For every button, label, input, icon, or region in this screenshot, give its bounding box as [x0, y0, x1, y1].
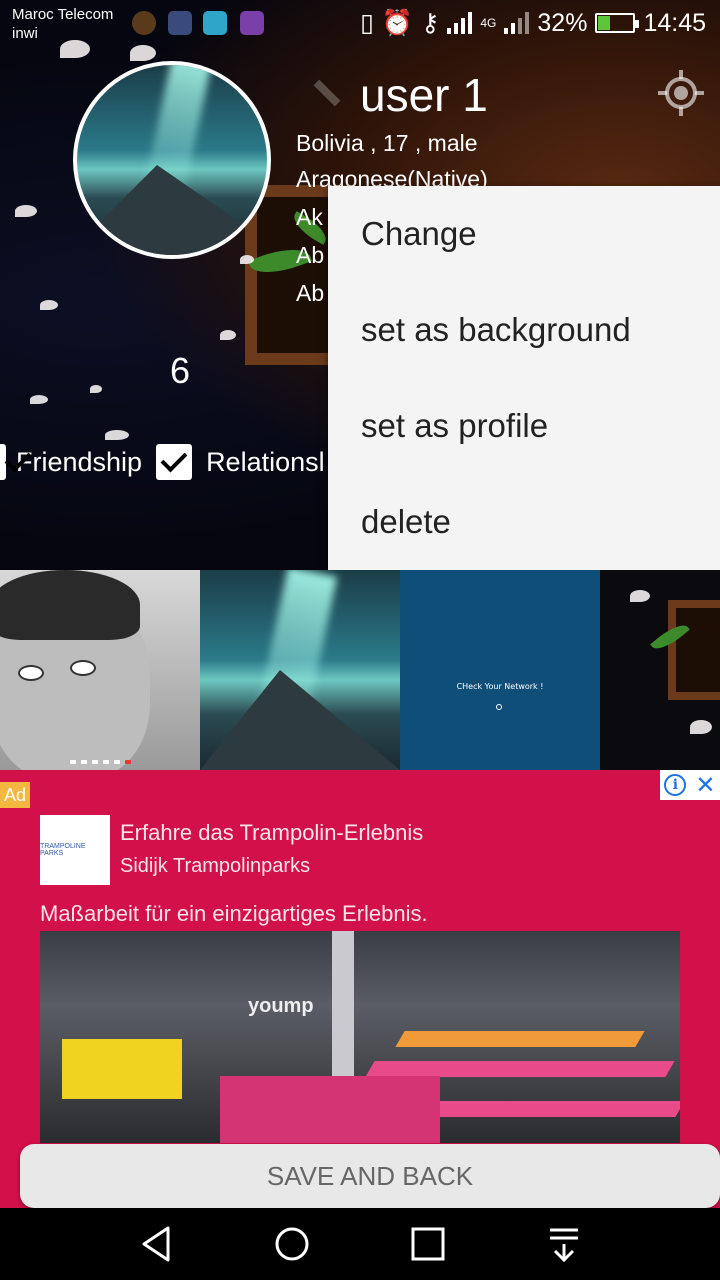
save-and-back-button[interactable]: SAVE AND BACK — [20, 1144, 720, 1208]
vibrate-icon: ▯ — [360, 9, 374, 37]
recents-icon[interactable] — [408, 1224, 448, 1264]
page-indicator — [70, 760, 131, 764]
petal-decoration — [15, 205, 37, 217]
gallery-photo-aurora[interactable] — [200, 570, 400, 770]
petal-decoration — [30, 395, 48, 404]
key-icon: ⚷ — [421, 9, 440, 37]
hair-image-part — [0, 570, 140, 640]
image-brand-text: yoump — [248, 995, 314, 1017]
gallery-photo-flowers[interactable] — [600, 570, 720, 770]
petal-decoration — [630, 590, 650, 602]
trampoline-image-part — [395, 1031, 645, 1047]
eye-image-part — [18, 665, 44, 681]
alarm-icon: ⏰ — [381, 8, 414, 37]
network-error-text: CHeck Your Network ! — [456, 682, 544, 691]
profile-info-line: Ab — [296, 280, 325, 306]
ad-banner[interactable]: Ad i ✕ TRAMPOLINE PARKS Erfahre das Tram… — [0, 770, 720, 1208]
username: user 1 — [360, 69, 488, 121]
system-nav-bar — [0, 1208, 720, 1280]
profile-info-line: Ak — [296, 204, 323, 230]
ad-title[interactable]: Erfahre das Trampolin-Erlebnis — [120, 820, 423, 846]
location-target-icon[interactable] — [656, 68, 706, 118]
profile-avatar[interactable] — [73, 61, 271, 259]
menu-item-change[interactable]: Change — [328, 186, 720, 282]
battery-icon — [595, 13, 640, 33]
loading-icon — [496, 704, 502, 710]
menu-item-set-background[interactable]: set as background — [328, 282, 720, 378]
home-icon[interactable] — [272, 1224, 312, 1264]
carrier-info: Maroc Telecom inwi — [12, 5, 113, 43]
petal-decoration — [220, 330, 236, 340]
signal-icon-2 — [504, 12, 530, 34]
download-notification-icon — [168, 11, 192, 35]
gallery-notification-icon — [240, 11, 264, 35]
ad-close-icon[interactable]: ✕ — [695, 773, 715, 797]
petal-decoration — [90, 385, 102, 393]
mountain-image-part — [200, 670, 400, 770]
menu-item-delete[interactable]: delete — [328, 474, 720, 570]
photo-context-menu: Change set as background set as profile … — [328, 186, 720, 570]
mountain-image-part — [77, 165, 267, 255]
photo-gallery: CHeck Your Network ! — [0, 570, 720, 770]
signal-icon — [447, 12, 473, 34]
status-indicators: ▯ ⏰ ⚷ 4G 32% 14:45 — [360, 8, 706, 38]
profile-info-line: Bolivia , 17 , male — [296, 130, 478, 156]
yellow-block-image-part — [62, 1039, 182, 1099]
petal-decoration — [105, 430, 129, 440]
petal-decoration — [690, 720, 712, 734]
petal-decoration — [40, 300, 58, 310]
photo-count: 6 — [169, 350, 191, 391]
friendship-checkbox[interactable] — [0, 444, 6, 480]
clock: 14:45 — [643, 8, 706, 37]
friendship-label[interactable]: Friendship — [16, 447, 142, 478]
pillar-image-part — [332, 931, 354, 1081]
eye-image-part — [70, 660, 96, 676]
trampoline-image-part — [415, 1101, 680, 1117]
network-type: 4G — [480, 16, 497, 30]
profile-info-line: Ab — [296, 242, 325, 268]
app-notification-icon — [132, 11, 156, 35]
pink-block-image-part — [220, 1076, 440, 1143]
back-icon[interactable] — [136, 1224, 176, 1264]
gallery-photo-selfie[interactable] — [0, 570, 200, 770]
carrier-1: Maroc Telecom — [12, 6, 114, 23]
interest-checkboxes: Friendship Relationsl — [0, 442, 325, 482]
carrier-2: inwi — [12, 25, 38, 42]
petal-decoration — [240, 255, 254, 264]
android-notification-icon — [203, 11, 227, 35]
menu-item-set-profile[interactable]: set as profile — [328, 378, 720, 474]
status-bar: Maroc Telecom inwi ▯ ⏰ ⚷ 4G 32% 14:45 — [0, 0, 720, 50]
logo-text: TRAMPOLINE PARKS — [40, 843, 86, 857]
frame-image-part — [668, 600, 720, 700]
ad-advertiser[interactable]: Sidijk Trampolinparks — [120, 855, 310, 878]
ad-info-icon[interactable]: i — [664, 774, 687, 796]
ad-controls: i ✕ — [660, 770, 720, 800]
relationship-label[interactable]: Relationsl — [206, 447, 325, 478]
trampoline-image-part — [365, 1061, 675, 1077]
gallery-photo-network-error[interactable]: CHeck Your Network ! — [400, 570, 600, 770]
ad-description[interactable]: Maßarbeit für ein einzigartiges Erlebnis… — [40, 901, 428, 927]
notification-pull-icon[interactable] — [544, 1224, 584, 1264]
battery-percent: 32% — [537, 8, 588, 37]
ad-image[interactable]: yoump — [40, 931, 680, 1143]
relationship-checkbox[interactable] — [156, 444, 193, 480]
advertiser-logo[interactable]: TRAMPOLINE PARKS — [40, 815, 110, 885]
ad-badge: Ad — [0, 782, 30, 808]
